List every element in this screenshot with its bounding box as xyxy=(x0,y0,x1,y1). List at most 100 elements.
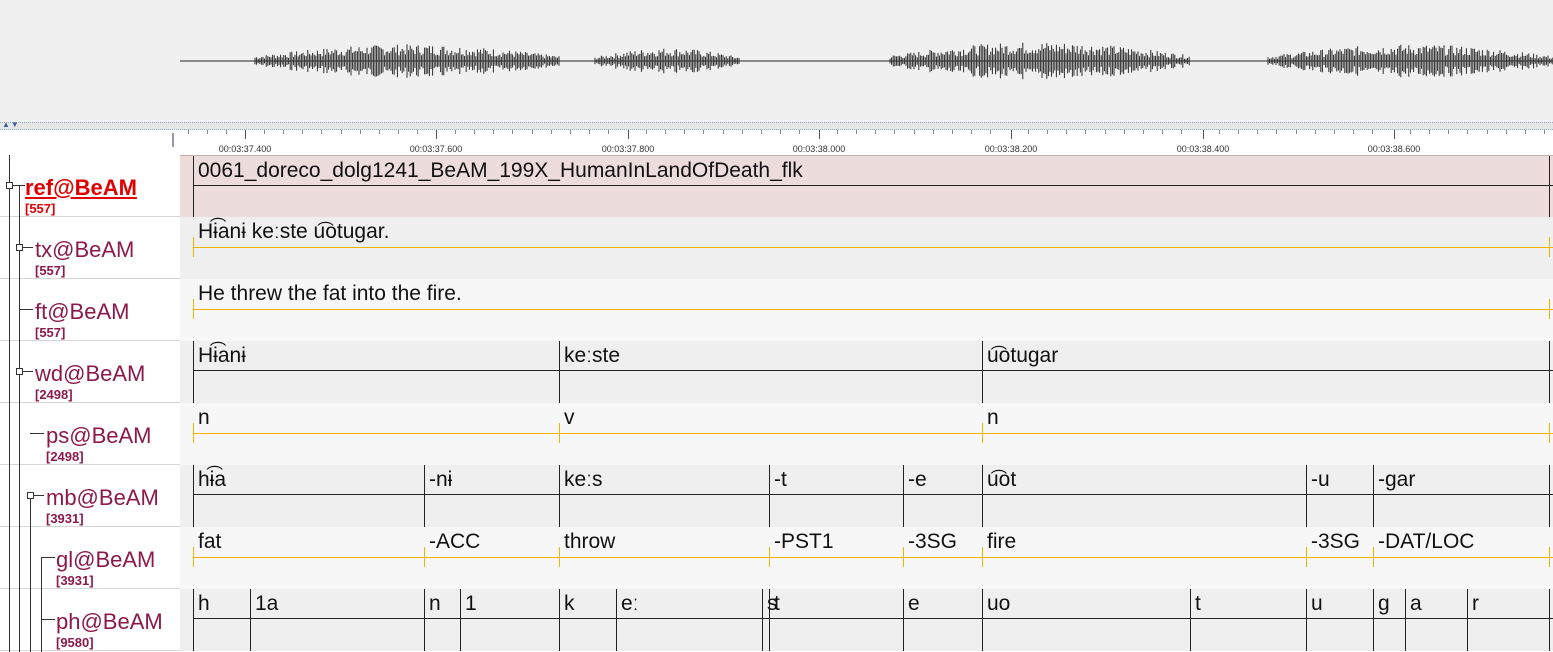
annotation-wd[interactable]: u͡otugar xyxy=(987,344,1058,368)
annotation-ph[interactable]: 1 xyxy=(465,592,477,616)
segment-boundary[interactable] xyxy=(1549,341,1550,403)
annotation-tracks[interactable]: 0061_doreco_dolg1241_BeAM_199X_HumanInLa… xyxy=(180,155,1553,652)
tier-label[interactable]: ph@BeAM xyxy=(56,609,163,635)
segment-boundary[interactable] xyxy=(1549,547,1550,567)
annotation-mb[interactable]: -nɨ xyxy=(429,468,452,492)
segment-boundary[interactable] xyxy=(982,589,983,651)
segment-boundary[interactable] xyxy=(1549,156,1550,218)
tier-header-gl[interactable]: gl@BeAM [3931] xyxy=(0,527,180,589)
segment-boundary[interactable] xyxy=(1467,589,1468,651)
annotation-ph[interactable]: uo xyxy=(987,592,1010,616)
annotation-ph[interactable]: g xyxy=(1378,592,1390,616)
annotation-ph[interactable]: t xyxy=(774,592,780,616)
segment-boundary[interactable] xyxy=(762,589,763,651)
annotation-ph[interactable]: k xyxy=(564,592,575,616)
segment-boundary[interactable] xyxy=(1549,465,1550,527)
annotation-gl[interactable]: -ACC xyxy=(429,530,480,554)
annotation-tx[interactable]: Hɨ͡anɨ keːste u͡otugar. xyxy=(198,220,389,244)
annotation-wd[interactable]: keːste xyxy=(564,344,620,368)
segment-boundary[interactable] xyxy=(982,423,983,443)
annotation-gl[interactable]: fire xyxy=(987,530,1016,554)
segment-boundary[interactable] xyxy=(1306,547,1307,567)
segment-boundary[interactable] xyxy=(559,547,560,567)
annotation-ps[interactable]: n xyxy=(987,406,999,430)
annotation-ph[interactable]: 1a xyxy=(255,592,278,616)
annotation-ph[interactable]: eː xyxy=(621,592,639,616)
annotation-gl[interactable]: -3SG xyxy=(908,530,957,554)
annotation-wd[interactable]: Hɨ͡anɨ xyxy=(198,344,246,368)
annotation-mb[interactable]: hɨ͡a xyxy=(198,468,226,492)
segment-boundary[interactable] xyxy=(559,589,560,651)
tree-collapse-icon[interactable] xyxy=(27,492,34,499)
annotation-ph[interactable]: r xyxy=(1472,592,1479,616)
annotation-mb[interactable]: -t xyxy=(774,468,787,492)
tier-label[interactable]: ref@BeAM xyxy=(25,175,137,201)
tier-label[interactable]: gl@BeAM xyxy=(56,547,155,573)
annotation-ph[interactable]: t xyxy=(1195,592,1201,616)
segment-boundary[interactable] xyxy=(1549,237,1550,257)
segment-boundary[interactable] xyxy=(903,465,904,527)
track-gl[interactable]: fat -ACC throw -PST1 -3SG fire -3SG -DAT/LOC xyxy=(180,527,1553,589)
annotation-ph[interactable]: h xyxy=(198,592,210,616)
segment-boundary[interactable] xyxy=(559,341,560,403)
track-wd[interactable]: Hɨ͡anɨ keːste u͡otugar xyxy=(180,341,1553,403)
segment-boundary[interactable] xyxy=(903,589,904,651)
annotation-mb[interactable]: u͡ot xyxy=(987,468,1016,492)
segment-boundary[interactable] xyxy=(193,156,194,218)
segment-boundary[interactable] xyxy=(193,341,194,403)
segment-boundary[interactable] xyxy=(424,465,425,527)
tier-header-ps[interactable]: ps@BeAM [2498] xyxy=(0,403,180,465)
segment-boundary[interactable] xyxy=(769,465,770,527)
track-ps[interactable]: nvn xyxy=(180,403,1553,465)
annotation-ph[interactable]: a xyxy=(1410,592,1422,616)
track-ph[interactable]: h 1a n 1 k eː s t e uo t u g a r xyxy=(180,589,1553,651)
annotation-ph[interactable]: n xyxy=(429,592,441,616)
segment-boundary[interactable] xyxy=(903,547,904,567)
tier-header-wd[interactable]: wd@BeAM [2498] xyxy=(0,341,180,403)
tier-header-ref[interactable]: ref@BeAM [557] xyxy=(0,155,180,217)
tier-label[interactable]: ps@BeAM xyxy=(46,423,151,449)
segment-boundary[interactable] xyxy=(982,465,983,527)
segment-boundary[interactable] xyxy=(1306,589,1307,651)
annotation-ps[interactable]: v xyxy=(564,406,575,430)
segment-boundary[interactable] xyxy=(1306,465,1307,527)
segment-boundary[interactable] xyxy=(559,465,560,527)
tier-header-ft[interactable]: ft@BeAM [557] xyxy=(0,279,180,341)
tier-header-tx[interactable]: tx@BeAM [557] xyxy=(0,217,180,279)
segment-boundary[interactable] xyxy=(1190,589,1191,651)
segment-boundary[interactable] xyxy=(250,589,251,651)
segment-boundary[interactable] xyxy=(193,299,194,319)
annotation-ph[interactable]: u xyxy=(1311,592,1323,616)
segment-boundary[interactable] xyxy=(193,547,194,567)
track-tx[interactable]: Hɨ͡anɨ keːste u͡otugar. xyxy=(180,217,1553,279)
segment-boundary[interactable] xyxy=(424,547,425,567)
annotation-ft[interactable]: He threw the fat into the fire. xyxy=(198,282,462,306)
segment-boundary[interactable] xyxy=(193,589,194,651)
time-ruler[interactable]: 00:03:37.400 00:03:37.600 00:03:37.800 00:0… xyxy=(180,130,1553,156)
annotation-gl[interactable]: -3SG xyxy=(1311,530,1360,554)
segment-boundary[interactable] xyxy=(1405,589,1406,651)
annotation-ref[interactable]: 0061_doreco_dolg1241_BeAM_199X_HumanInLa… xyxy=(198,159,803,183)
annotation-mb[interactable]: -gar xyxy=(1378,468,1415,492)
annotation-gl[interactable]: fat xyxy=(198,530,221,554)
tier-header-ph[interactable]: ph@BeAM [9580] xyxy=(0,589,180,651)
track-mb[interactable]: hɨ͡a -nɨ keːs -t -e u͡ot -u -gar xyxy=(180,465,1553,527)
annotation-ps[interactable]: n xyxy=(198,406,210,430)
segment-boundary[interactable] xyxy=(769,547,770,567)
segment-boundary[interactable] xyxy=(1549,299,1550,319)
tier-label[interactable]: wd@BeAM xyxy=(35,361,145,387)
segment-boundary[interactable] xyxy=(982,547,983,567)
segment-boundary[interactable] xyxy=(1549,589,1550,651)
segment-boundary[interactable] xyxy=(193,423,194,443)
annotation-gl[interactable]: -DAT/LOC xyxy=(1378,530,1474,554)
track-ref[interactable]: 0061_doreco_dolg1241_BeAM_199X_HumanInLa… xyxy=(180,155,1553,218)
splitter-arrows-icon[interactable]: ▲▼ xyxy=(2,120,20,129)
segment-boundary[interactable] xyxy=(1549,423,1550,443)
segment-boundary[interactable] xyxy=(559,423,560,443)
annotation-mb[interactable]: keːs xyxy=(564,468,603,492)
segment-boundary[interactable] xyxy=(460,589,461,651)
annotation-mb[interactable]: -u xyxy=(1311,468,1330,492)
segment-boundary[interactable] xyxy=(982,341,983,403)
segment-boundary[interactable] xyxy=(1373,589,1374,651)
segment-boundary[interactable] xyxy=(616,589,617,651)
